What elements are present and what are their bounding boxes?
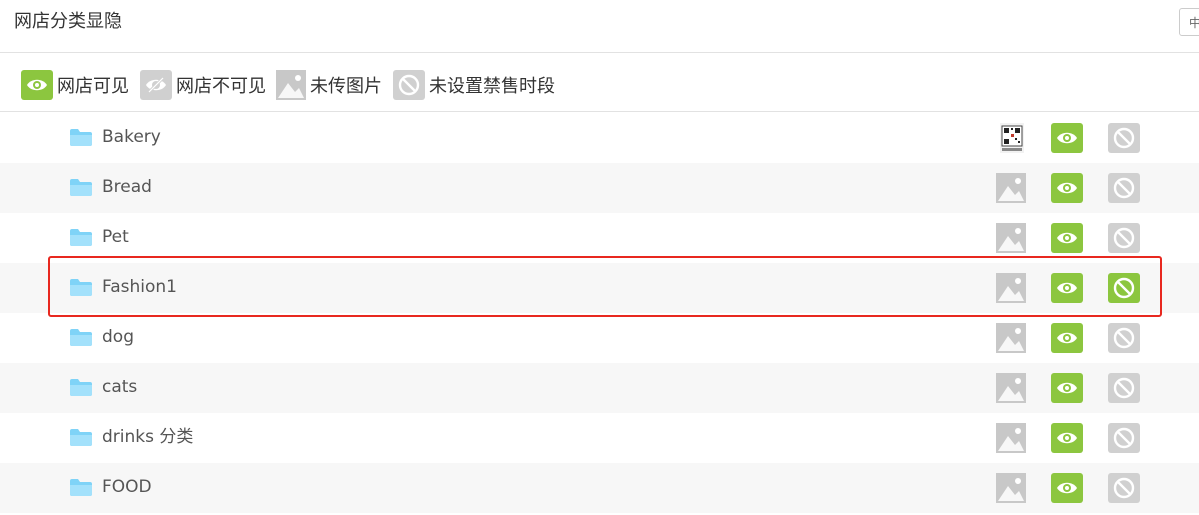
legend-no-image-label: 未传图片 — [310, 76, 382, 97]
visibility-toggle-eye-icon[interactable] — [1051, 273, 1083, 303]
category-list: Bakery Bread Pet Fashion1 dog cats drinks 分类 FO… — [0, 113, 1199, 513]
category-row: FOOD — [0, 463, 1199, 513]
ban-icon — [393, 70, 425, 100]
image-placeholder-icon[interactable] — [996, 473, 1026, 503]
sale-restriction-ban-icon[interactable] — [1108, 223, 1140, 253]
folder-icon — [70, 279, 92, 296]
visibility-toggle-eye-icon[interactable] — [1051, 473, 1083, 503]
category-row: Bakery — [0, 113, 1199, 163]
category-name[interactable]: dog — [102, 327, 134, 347]
visibility-toggle-eye-icon[interactable] — [1051, 423, 1083, 453]
category-row: Pet — [0, 213, 1199, 263]
image-placeholder-icon[interactable] — [996, 223, 1026, 253]
category-name[interactable]: Fashion1 — [102, 277, 177, 297]
sale-restriction-ban-icon[interactable] — [1108, 473, 1140, 503]
category-name[interactable]: drinks 分类 — [102, 427, 193, 447]
folder-icon — [70, 379, 92, 396]
visibility-toggle-eye-icon[interactable] — [1051, 373, 1083, 403]
category-row: Bread — [0, 163, 1199, 213]
legend-visible-label: 网店可见 — [57, 76, 129, 97]
sale-restriction-ban-icon[interactable] — [1108, 323, 1140, 353]
folder-icon — [70, 129, 92, 146]
category-name[interactable]: Bakery — [102, 127, 161, 147]
language-selector[interactable]: 中 — [1179, 8, 1199, 36]
folder-icon — [70, 179, 92, 196]
legend-no-image: 未传图片 — [276, 69, 382, 101]
sale-restriction-ban-icon[interactable] — [1108, 173, 1140, 203]
category-row: Fashion1 — [0, 263, 1199, 313]
category-name[interactable]: cats — [102, 377, 137, 397]
folder-icon — [70, 329, 92, 346]
image-placeholder-icon[interactable] — [996, 273, 1026, 303]
legend-visible: 网店可见 — [21, 69, 129, 101]
legend-no-restriction-label: 未设置禁售时段 — [429, 76, 555, 97]
folder-icon — [70, 229, 92, 246]
eye-icon — [21, 70, 53, 100]
image-placeholder-icon[interactable] — [996, 423, 1026, 453]
visibility-toggle-eye-icon[interactable] — [1051, 123, 1083, 153]
sale-restriction-ban-icon[interactable] — [1108, 123, 1140, 153]
sale-restriction-ban-icon[interactable] — [1108, 423, 1140, 453]
legend-hidden-label: 网店不可见 — [176, 76, 266, 97]
category-name[interactable]: Bread — [102, 177, 152, 197]
folder-icon — [70, 429, 92, 446]
page-title: 网店分类显隐 — [14, 11, 122, 32]
sale-restriction-ban-icon[interactable] — [1108, 373, 1140, 403]
page-header: 网店分类显隐 中 — [0, 0, 1199, 53]
image-placeholder-icon[interactable] — [996, 373, 1026, 403]
category-name[interactable]: FOOD — [102, 477, 152, 497]
folder-icon — [70, 479, 92, 496]
visibility-toggle-eye-icon[interactable] — [1051, 223, 1083, 253]
image-placeholder-icon — [276, 70, 306, 100]
legend-hidden: 网店不可见 — [140, 69, 266, 101]
image-placeholder-icon[interactable] — [996, 173, 1026, 203]
visibility-toggle-eye-icon[interactable] — [1051, 173, 1083, 203]
eye-slash-icon — [140, 70, 172, 100]
sale-restriction-ban-icon[interactable] — [1108, 273, 1140, 303]
category-image-thumbnail[interactable] — [1000, 123, 1024, 153]
category-row: cats — [0, 363, 1199, 413]
legend-no-restriction: 未设置禁售时段 — [393, 69, 555, 101]
legend-bar: 网店可见 网店不可见 未传图片 未设置禁售时段 — [0, 54, 1199, 112]
image-placeholder-icon[interactable] — [996, 323, 1026, 353]
category-name[interactable]: Pet — [102, 227, 129, 247]
visibility-toggle-eye-icon[interactable] — [1051, 323, 1083, 353]
category-row: dog — [0, 313, 1199, 363]
category-row: drinks 分类 — [0, 413, 1199, 463]
